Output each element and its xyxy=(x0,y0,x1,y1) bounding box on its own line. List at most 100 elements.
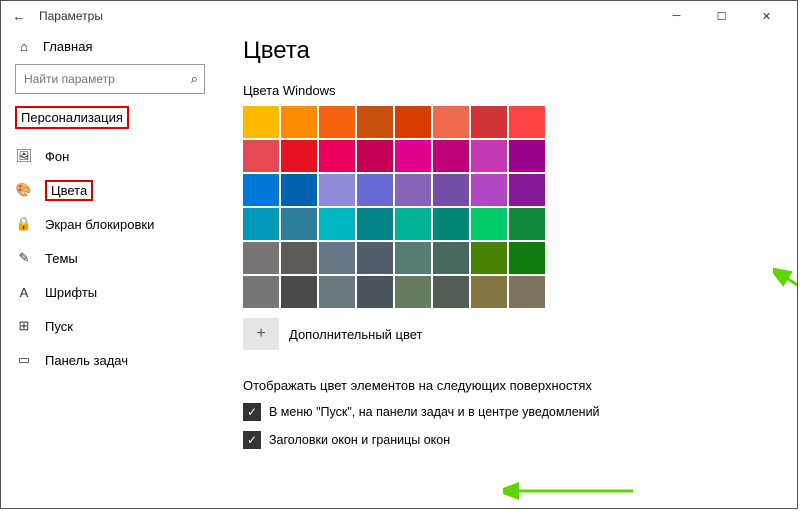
checkmark-icon: ✓ xyxy=(243,431,261,449)
window-body: ⌂ Главная ⌕ Персонализация 🖼 Фон 🎨Цвета🔒Эк… xyxy=(1,31,797,508)
more-color-label: Дополнительный цвет xyxy=(289,327,423,342)
settings-window: ← Параметры ─ ☐ ✕ ⌂ Главная ⌕ Персонализ… xyxy=(0,0,798,509)
nav-item[interactable]: 🔒Экран блокировки xyxy=(15,207,213,241)
nav-label: Фон xyxy=(45,149,69,164)
plus-icon: + xyxy=(243,318,279,350)
nav-label: Цвета xyxy=(45,180,93,201)
color-swatch[interactable] xyxy=(433,174,469,206)
color-swatch[interactable] xyxy=(243,276,279,308)
more-color-button[interactable]: + Дополнительный цвет xyxy=(243,318,797,350)
color-swatch[interactable] xyxy=(509,208,545,240)
color-swatch[interactable] xyxy=(243,106,279,138)
color-swatch[interactable] xyxy=(395,242,431,274)
color-swatch[interactable] xyxy=(471,106,507,138)
color-swatch[interactable] xyxy=(243,140,279,172)
color-swatch[interactable] xyxy=(319,174,355,206)
window-title: Параметры xyxy=(39,9,103,23)
color-swatch[interactable] xyxy=(357,242,393,274)
nav-item[interactable]: ▭ Панель задач xyxy=(15,343,213,377)
search-input[interactable] xyxy=(16,72,176,86)
color-swatch[interactable] xyxy=(433,106,469,138)
checkbox-label: Заголовки окон и границы окон xyxy=(269,433,450,447)
color-swatch[interactable] xyxy=(281,106,317,138)
surfaces-heading: Отображать цвет элементов на следующих п… xyxy=(243,378,797,393)
checkbox-label: В меню "Пуск", на панели задач и в центр… xyxy=(269,405,600,419)
nav-item[interactable]: 🎨Цвета xyxy=(15,173,213,207)
color-swatch[interactable] xyxy=(281,174,317,206)
nav-label: Экран блокировки xyxy=(45,217,154,232)
color-swatch[interactable] xyxy=(509,106,545,138)
color-swatch[interactable] xyxy=(243,242,279,274)
color-swatch[interactable] xyxy=(433,276,469,308)
color-swatch[interactable] xyxy=(281,140,317,172)
color-swatch[interactable] xyxy=(509,174,545,206)
color-swatch[interactable] xyxy=(509,242,545,274)
color-swatch[interactable] xyxy=(395,276,431,308)
home-label: Главная xyxy=(43,39,92,54)
color-swatch[interactable] xyxy=(357,276,393,308)
color-swatch[interactable] xyxy=(281,208,317,240)
home-button[interactable]: ⌂ Главная xyxy=(15,39,213,54)
sidebar: ⌂ Главная ⌕ Персонализация 🖼 Фон 🎨Цвета🔒Эк… xyxy=(1,31,213,508)
nav-item[interactable]: A Шрифты xyxy=(15,275,213,309)
color-swatch[interactable] xyxy=(395,174,431,206)
nav-icon: ⊞ xyxy=(15,318,33,334)
search-icon: ⌕ xyxy=(191,71,198,87)
nav-label: Шрифты xyxy=(45,285,97,300)
color-grid xyxy=(243,106,545,308)
color-swatch[interactable] xyxy=(357,174,393,206)
nav-item[interactable]: ✎ Темы xyxy=(15,241,213,275)
checkbox-start-taskbar[interactable]: ✓ В меню "Пуск", на панели задач и в цен… xyxy=(243,403,797,421)
color-swatch[interactable] xyxy=(471,140,507,172)
color-swatch[interactable] xyxy=(471,276,507,308)
color-swatch[interactable] xyxy=(471,208,507,240)
checkmark-icon: ✓ xyxy=(243,403,261,421)
color-swatch[interactable] xyxy=(281,276,317,308)
color-swatch[interactable] xyxy=(243,174,279,206)
nav-list: 🖼 Фон 🎨Цвета🔒Экран блокировки ✎ Темы A Шрифты ⊞… xyxy=(15,139,213,377)
color-swatch[interactable] xyxy=(319,106,355,138)
color-swatch[interactable] xyxy=(433,208,469,240)
color-swatch[interactable] xyxy=(395,208,431,240)
nav-icon: A xyxy=(15,285,33,300)
maximize-button[interactable]: ☐ xyxy=(699,1,744,31)
color-swatch[interactable] xyxy=(357,208,393,240)
color-swatch[interactable] xyxy=(395,106,431,138)
color-swatch[interactable] xyxy=(471,174,507,206)
nav-icon: ▭ xyxy=(15,352,33,368)
nav-item[interactable]: 🖼 Фон xyxy=(15,139,213,173)
color-swatch[interactable] xyxy=(319,208,355,240)
color-swatch[interactable] xyxy=(319,276,355,308)
color-swatch[interactable] xyxy=(433,242,469,274)
surfaces-section: Отображать цвет элементов на следующих п… xyxy=(243,378,797,449)
color-swatch[interactable] xyxy=(357,106,393,138)
color-swatch[interactable] xyxy=(243,208,279,240)
category-label: Персонализация xyxy=(15,106,129,129)
color-swatch[interactable] xyxy=(395,140,431,172)
color-swatch[interactable] xyxy=(433,140,469,172)
search-box[interactable]: ⌕ xyxy=(15,64,205,94)
color-swatch[interactable] xyxy=(319,242,355,274)
close-button[interactable]: ✕ xyxy=(744,1,789,31)
swatch-section-title: Цвета Windows xyxy=(243,83,797,98)
home-icon: ⌂ xyxy=(15,39,33,54)
nav-label: Темы xyxy=(45,251,78,266)
color-swatch[interactable] xyxy=(471,242,507,274)
color-swatch[interactable] xyxy=(319,140,355,172)
color-swatch[interactable] xyxy=(509,276,545,308)
minimize-button[interactable]: ─ xyxy=(654,1,699,31)
back-button[interactable]: ← xyxy=(9,8,29,24)
nav-label: Пуск xyxy=(45,319,73,334)
nav-icon: 🖼 xyxy=(15,148,33,164)
main-content: Цвета Цвета Windows + Дополнительный цве… xyxy=(213,31,797,508)
color-swatch[interactable] xyxy=(281,242,317,274)
checkbox-titlebars[interactable]: ✓ Заголовки окон и границы окон xyxy=(243,431,797,449)
page-heading: Цвета xyxy=(243,37,797,65)
nav-label: Панель задач xyxy=(45,353,128,368)
window-controls: ─ ☐ ✕ xyxy=(654,1,789,31)
color-swatch[interactable] xyxy=(357,140,393,172)
color-swatch[interactable] xyxy=(509,140,545,172)
nav-item[interactable]: ⊞ Пуск xyxy=(15,309,213,343)
titlebar: ← Параметры ─ ☐ ✕ xyxy=(1,1,797,31)
nav-icon: ✎ xyxy=(15,250,33,266)
